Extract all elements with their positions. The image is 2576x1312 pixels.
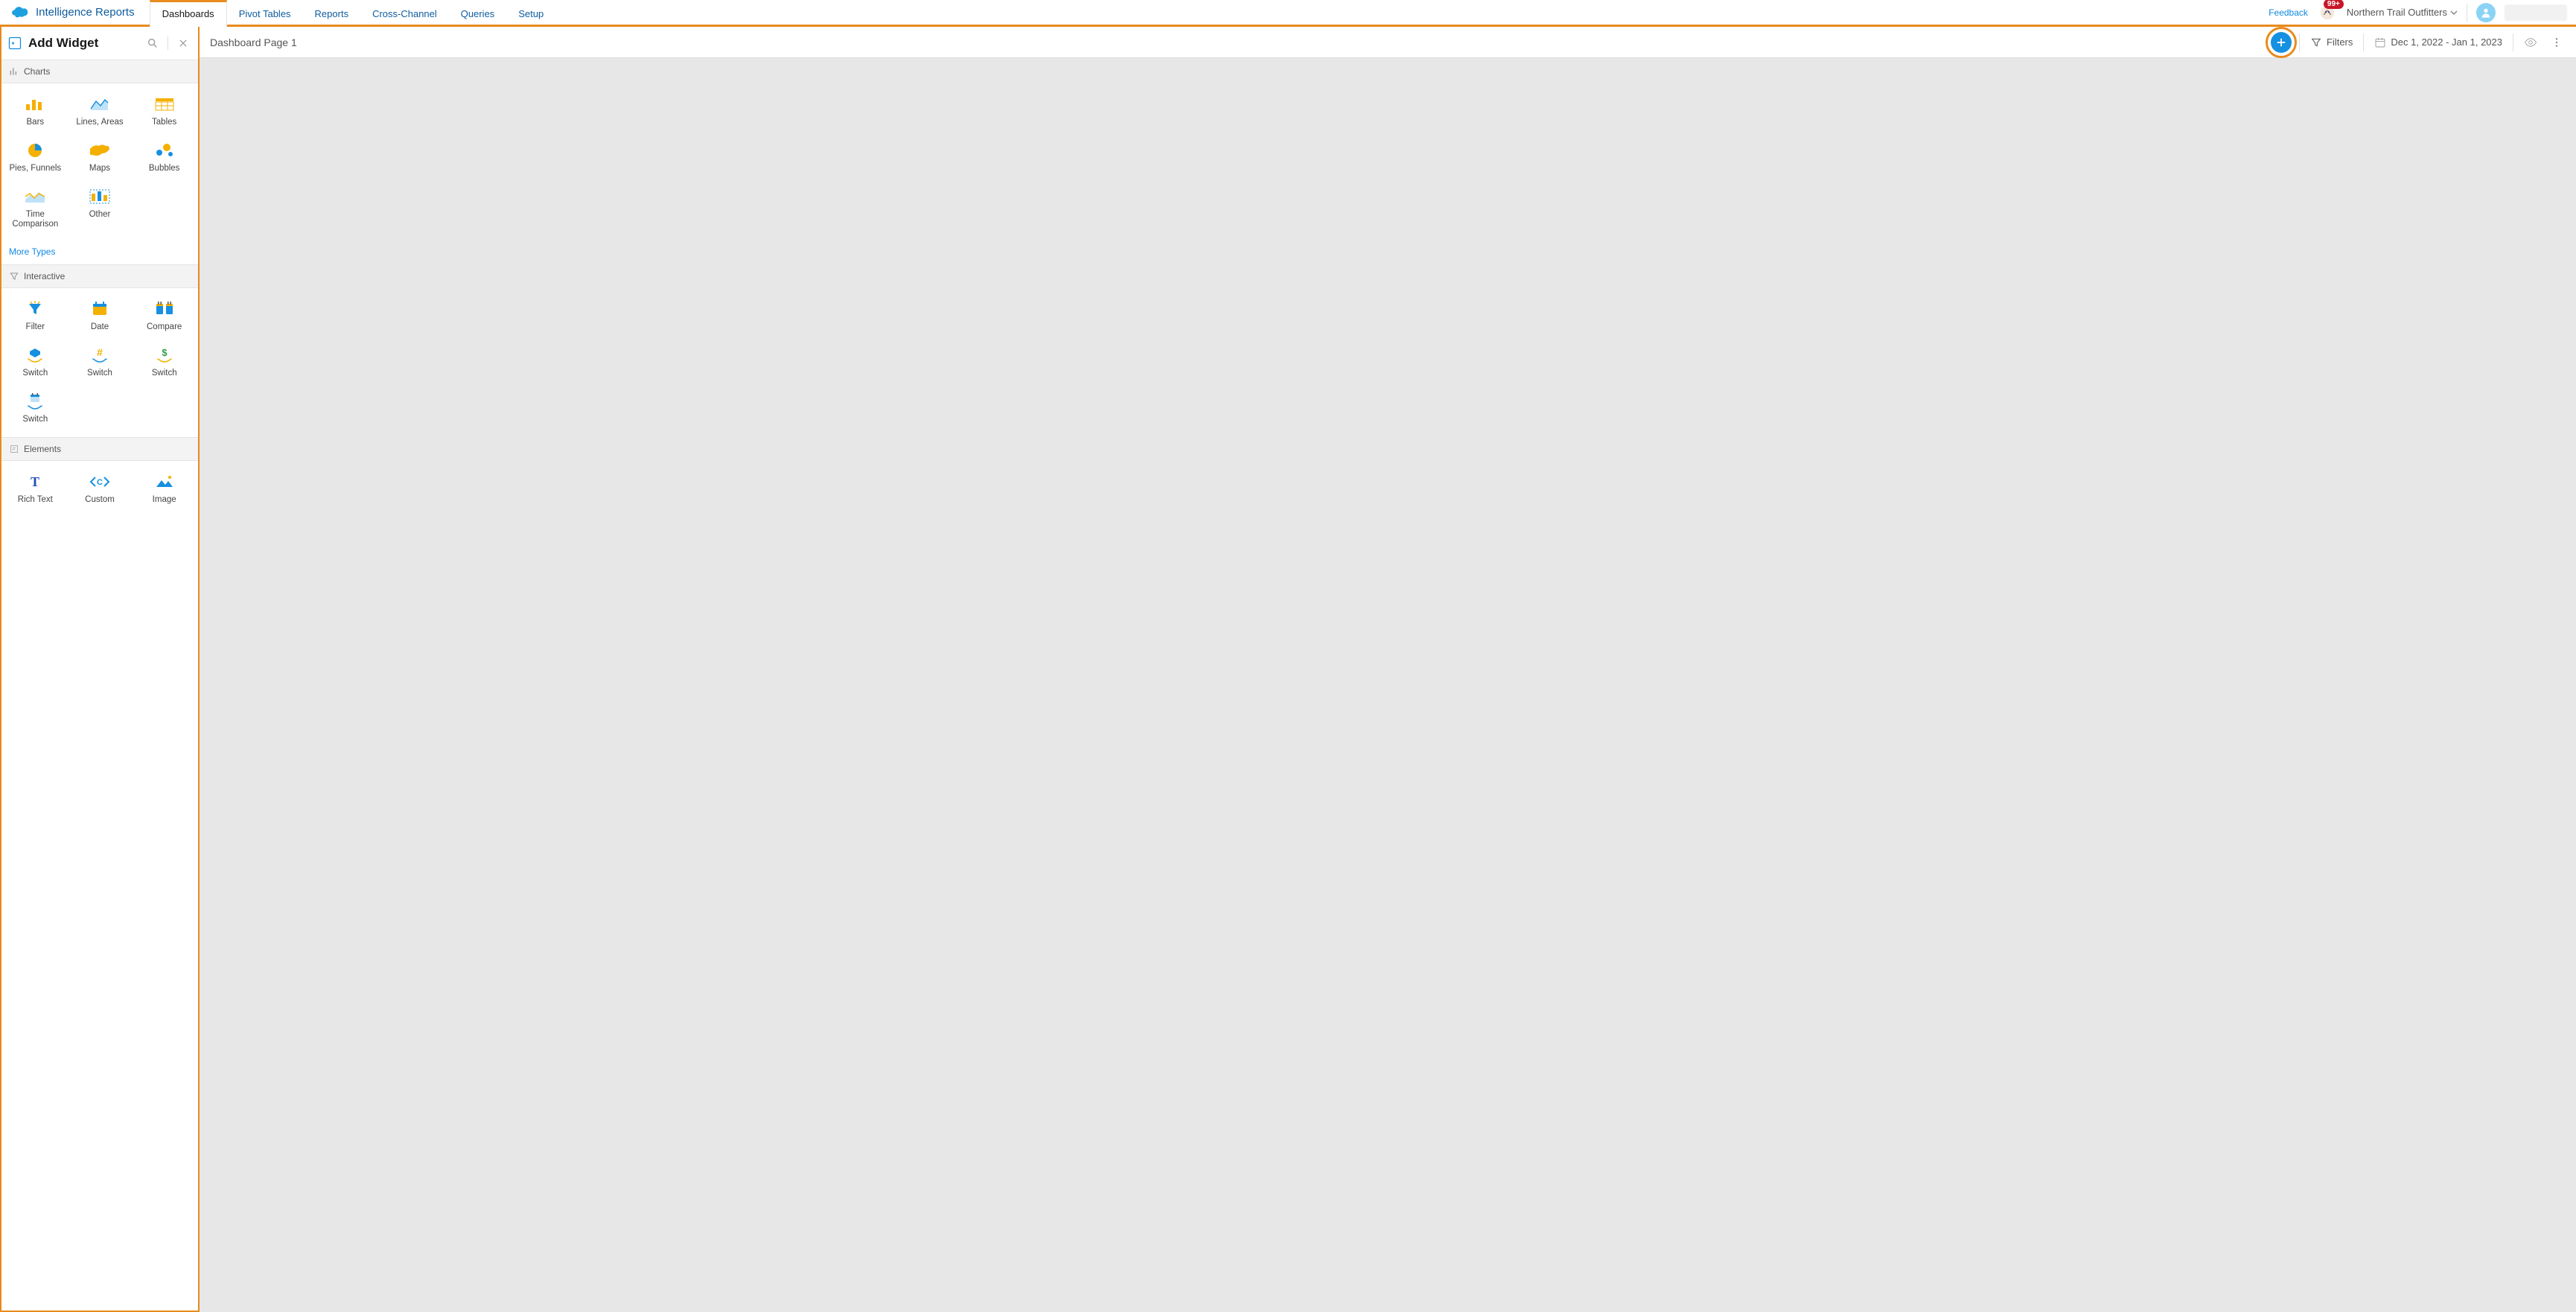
app-logo: Intelligence Reports (3, 6, 142, 19)
more-actions-button[interactable] (2548, 36, 2566, 48)
cloud-icon (10, 6, 30, 19)
widget-tile-rich-text[interactable]: T Rich Text (3, 467, 68, 512)
notification-bell[interactable]: 99+ (2317, 2, 2338, 23)
elements-grid: T Rich Text C Custom Image (1, 461, 198, 518)
add-widget-icon (7, 36, 22, 51)
widget-tile-custom[interactable]: C Custom (68, 467, 133, 512)
app-title: Intelligence Reports (36, 6, 135, 19)
sidebar-search-button[interactable] (144, 34, 162, 52)
search-icon (147, 37, 159, 49)
nav-tab-queries[interactable]: Queries (449, 0, 507, 25)
divider (2299, 34, 2300, 51)
switch-dollar-icon: $ (153, 346, 176, 364)
rich-text-icon: T (24, 473, 46, 491)
eye-icon (2524, 36, 2537, 49)
bar-chart-icon (9, 66, 19, 77)
widget-tile-compare[interactable]: Compare (132, 294, 197, 339)
svg-text:T: T (31, 474, 39, 489)
divider (2363, 34, 2364, 51)
chevron-down-icon (2450, 9, 2458, 16)
plus-icon (2275, 36, 2287, 48)
widget-tile-filter[interactable]: Filter (3, 294, 68, 339)
more-types-link[interactable]: More Types (1, 242, 198, 264)
nav-tab-dashboards[interactable]: Dashboards (150, 0, 227, 27)
bubbles-icon (153, 141, 176, 159)
bars-icon (24, 95, 46, 113)
switch-calendar-icon (24, 392, 46, 410)
nav-tabs: Dashboards Pivot Tables Reports Cross-Ch… (150, 0, 556, 25)
content-toolbar: Dashboard Page 1 Filters Dec 1, 2022 - J… (200, 27, 2576, 58)
interactive-grid: Filter Date Compare Switch # Switch (1, 288, 198, 436)
toolbar-right: Filters Dec 1, 2022 - Jan 1, 2023 (2271, 32, 2566, 53)
calendar-icon (2374, 36, 2386, 48)
add-page-button[interactable] (2271, 32, 2292, 53)
user-avatar[interactable] (2476, 3, 2496, 22)
sidebar-header: Add Widget (1, 27, 198, 60)
kebab-icon (2551, 36, 2563, 48)
filter-widget-icon (24, 300, 46, 318)
sidebar-body: Charts Bars Lines, Areas Tables Pies, F (1, 60, 198, 1311)
section-header-elements: Elements (1, 437, 198, 461)
pies-icon (24, 141, 46, 159)
nav-tab-setup[interactable]: Setup (506, 0, 555, 25)
other-icon (89, 188, 111, 206)
widget-tile-bubbles[interactable]: Bubbles (132, 136, 197, 180)
widget-tile-bars[interactable]: Bars (3, 89, 68, 134)
dashboard-canvas[interactable] (200, 58, 2576, 1312)
tables-icon (153, 95, 176, 113)
lines-icon (89, 95, 111, 113)
main: Add Widget Charts Bars (0, 27, 2576, 1312)
image-icon (153, 473, 176, 491)
widget-tile-tables[interactable]: Tables (132, 89, 197, 134)
widget-tile-switch-dollar[interactable]: $ Switch (132, 340, 197, 385)
nav-tab-cross-channel[interactable]: Cross-Channel (360, 0, 449, 25)
widget-tile-switch-hash[interactable]: # Switch (68, 340, 133, 385)
page-name: Dashboard Page 1 (210, 36, 297, 48)
compare-icon (153, 300, 176, 318)
filter-icon (9, 271, 19, 281)
nav-tab-pivot-tables[interactable]: Pivot Tables (227, 0, 303, 25)
date-range-picker[interactable]: Dec 1, 2022 - Jan 1, 2023 (2371, 36, 2505, 48)
person-icon (2480, 7, 2492, 19)
user-name-redacted (2505, 4, 2567, 21)
section-header-charts: Charts (1, 60, 198, 83)
svg-text:#: # (97, 347, 103, 358)
visibility-button[interactable] (2521, 36, 2540, 49)
switch-hash-icon: # (89, 346, 111, 364)
filter-icon (2310, 36, 2322, 48)
sidebar-title: Add Widget (28, 36, 138, 51)
maps-icon (89, 141, 111, 159)
add-widget-panel: Add Widget Charts Bars (0, 27, 200, 1312)
top-nav: Intelligence Reports Dashboards Pivot Ta… (0, 0, 2576, 27)
widget-tile-image[interactable]: Image (132, 467, 197, 512)
svg-text:C: C (97, 478, 103, 487)
top-right: Feedback 99+ Northern Trail Outfitters (2269, 2, 2576, 23)
switch-cube-icon (24, 346, 46, 364)
section-header-interactive: Interactive (1, 264, 198, 288)
elements-icon (9, 444, 19, 454)
widget-tile-lines-areas[interactable]: Lines, Areas (68, 89, 133, 134)
custom-icon: C (89, 473, 111, 491)
dashboard-content: Dashboard Page 1 Filters Dec 1, 2022 - J… (200, 27, 2576, 1312)
org-selector[interactable]: Northern Trail Outfitters (2347, 7, 2458, 18)
widget-tile-other[interactable]: Other (68, 182, 133, 237)
widget-tile-maps[interactable]: Maps (68, 136, 133, 180)
time-comparison-icon (24, 188, 46, 206)
filters-button[interactable]: Filters (2307, 36, 2356, 48)
charts-grid: Bars Lines, Areas Tables Pies, Funnels M… (1, 83, 198, 242)
widget-tile-switch-cube[interactable]: Switch (3, 340, 68, 385)
nav-tab-reports[interactable]: Reports (303, 0, 361, 25)
widget-tile-switch-calendar[interactable]: Switch (3, 386, 68, 431)
feedback-link[interactable]: Feedback (2269, 7, 2308, 18)
widget-tile-pies-funnels[interactable]: Pies, Funnels (3, 136, 68, 180)
widget-tile-date[interactable]: Date (68, 294, 133, 339)
notification-badge: 99+ (2324, 0, 2344, 9)
date-icon (89, 300, 111, 318)
widget-tile-time-comparison[interactable]: Time Comparison (3, 182, 68, 237)
close-icon (178, 38, 188, 48)
sidebar-close-button[interactable] (174, 34, 192, 52)
svg-text:$: $ (162, 347, 168, 358)
